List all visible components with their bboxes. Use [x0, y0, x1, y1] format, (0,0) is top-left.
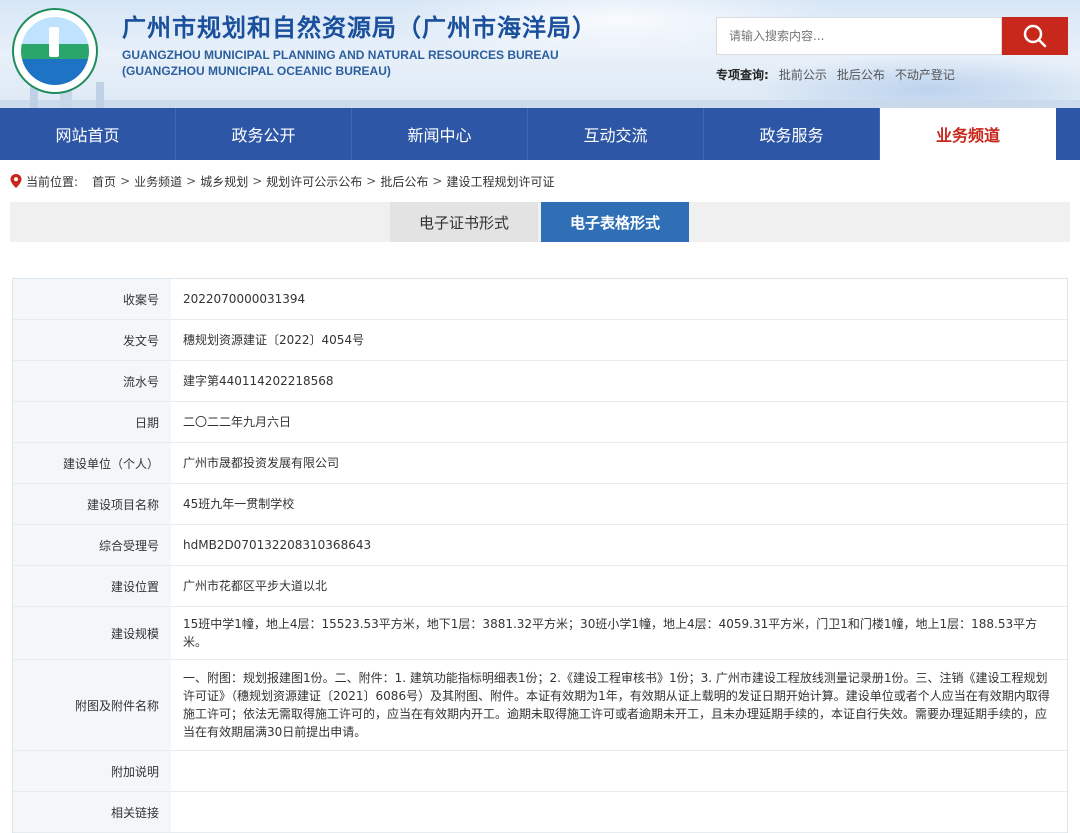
- quick-link-real-estate[interactable]: 不动产登记: [895, 66, 955, 83]
- site-title-en-line2: (GUANGZHOU MUNICIPAL OCEANIC BUREAU): [122, 64, 391, 78]
- location-pin-icon: [10, 174, 22, 188]
- field-value-attachments: 一、附图：规划报建图1份。二、附件：1. 建筑功能指标明细表1份；2.《建设工程…: [171, 660, 1067, 750]
- nav-item-interaction[interactable]: 互动交流: [528, 108, 704, 160]
- quick-link-post-approval[interactable]: 批后公布: [837, 66, 885, 83]
- table-row: 相关链接: [13, 792, 1067, 833]
- site-title-en-line1: GUANGZHOU MUNICIPAL PLANNING AND NATURAL…: [122, 48, 559, 62]
- field-value-case-number: 2022070000031394: [171, 279, 1067, 319]
- header-skyline-decoration: [0, 82, 1080, 108]
- field-label-related-links: 相关链接: [110, 805, 159, 820]
- field-label-case-number: 收案号: [122, 292, 159, 307]
- table-row: 流水号 建字第440114202218568: [13, 361, 1067, 402]
- field-label-document-number: 发文号: [122, 333, 159, 348]
- breadcrumb-post-approval[interactable]: 批后公布: [380, 173, 428, 190]
- field-label-scale: 建设规模: [110, 626, 159, 641]
- field-value-project-name: 45班九年一贯制学校: [171, 484, 1067, 524]
- field-label-serial-number: 流水号: [122, 374, 159, 389]
- site-header: 广州市规划和自然资源局（广州市海洋局） GUANGZHOU MUNICIPAL …: [0, 0, 1080, 108]
- table-row: 收案号 2022070000031394: [13, 279, 1067, 320]
- breadcrumb-business[interactable]: 业务频道: [134, 173, 182, 190]
- logo-emblem-icon: [21, 17, 89, 85]
- field-label-project-name: 建设项目名称: [86, 497, 159, 512]
- breadcrumb-separator-icon: >: [120, 174, 131, 188]
- breadcrumb-separator-icon: >: [252, 174, 263, 188]
- table-row: 附图及附件名称 一、附图：规划报建图1份。二、附件：1. 建筑功能指标明细表1份…: [13, 660, 1067, 751]
- breadcrumb-permit-publicity[interactable]: 规划许可公示公布: [266, 173, 362, 190]
- table-row: 附加说明: [13, 751, 1067, 792]
- field-value-construction-unit: 广州市晟都投资发展有限公司: [171, 443, 1067, 483]
- field-label-construction-unit: 建设单位（个人）: [62, 456, 159, 471]
- search-icon: [1023, 24, 1047, 48]
- nav-item-business[interactable]: 业务频道: [880, 108, 1056, 160]
- field-value-related-links: [171, 792, 1067, 832]
- field-value-additional-notes: [171, 751, 1067, 791]
- table-row: 建设单位（个人） 广州市晟都投资发展有限公司: [13, 443, 1067, 484]
- field-value-location: 广州市花都区平步大道以北: [171, 566, 1067, 606]
- field-label-additional-notes: 附加说明: [110, 764, 159, 779]
- field-value-document-number: 穗规划资源建证〔2022〕4054号: [171, 320, 1067, 360]
- format-tabs: 电子证书形式 电子表格形式: [10, 202, 1070, 242]
- field-value-acceptance-number: hdMB2D070132208310368643: [171, 525, 1067, 565]
- nav-item-home[interactable]: 网站首页: [0, 108, 176, 160]
- field-label-location: 建设位置: [110, 579, 159, 594]
- breadcrumb-home[interactable]: 首页: [92, 173, 116, 190]
- breadcrumb-separator-icon: >: [432, 174, 443, 188]
- bureau-logo[interactable]: [12, 8, 98, 94]
- field-label-date: 日期: [134, 415, 159, 430]
- quick-query-label: 专项查询:: [716, 68, 769, 82]
- field-label-attachments: 附图及附件名称: [74, 698, 159, 713]
- quick-query-links: 专项查询: 批前公示 批后公布 不动产登记: [716, 66, 955, 83]
- nav-item-government-affairs[interactable]: 政务公开: [176, 108, 352, 160]
- breadcrumb-separator-icon: >: [366, 174, 377, 188]
- tab-table-format[interactable]: 电子表格形式: [541, 202, 689, 242]
- table-row: 建设位置 广州市花都区平步大道以北: [13, 566, 1067, 607]
- quick-link-pre-approval[interactable]: 批前公示: [779, 66, 827, 83]
- nav-item-news[interactable]: 新闻中心: [352, 108, 528, 160]
- tab-certificate-format[interactable]: 电子证书形式: [390, 202, 538, 242]
- search-button[interactable]: [1002, 17, 1068, 55]
- breadcrumb: 当前位置: 首页 > 业务频道 > 城乡规划 > 规划许可公示公布 > 批后公布…: [0, 160, 1080, 202]
- search-input[interactable]: [716, 17, 1002, 55]
- breadcrumb-urban-planning[interactable]: 城乡规划: [200, 173, 248, 190]
- table-row: 建设规模 15班中学1幢，地上4层：15523.53平方米，地下1层：3881.…: [13, 607, 1067, 660]
- breadcrumb-separator-icon: >: [186, 174, 197, 188]
- nav-item-services[interactable]: 政务服务: [704, 108, 880, 160]
- table-row: 发文号 穗规划资源建证〔2022〕4054号: [13, 320, 1067, 361]
- site-title-cn: 广州市规划和自然资源局（广州市海洋局）: [122, 14, 597, 42]
- table-row: 综合受理号 hdMB2D070132208310368643: [13, 525, 1067, 566]
- field-value-date: 二〇二二年九月六日: [171, 402, 1067, 442]
- field-value-scale: 15班中学1幢，地上4层：15523.53平方米，地下1层：3881.32平方米…: [171, 607, 1067, 659]
- field-value-serial-number: 建字第440114202218568: [171, 361, 1067, 401]
- field-label-acceptance-number: 综合受理号: [98, 538, 159, 553]
- table-row: 建设项目名称 45班九年一贯制学校: [13, 484, 1067, 525]
- main-nav: 网站首页 政务公开 新闻中心 互动交流 政务服务 业务频道: [0, 108, 1080, 160]
- permit-info-table: 收案号 2022070000031394 发文号 穗规划资源建证〔2022〕40…: [12, 278, 1068, 833]
- breadcrumb-current-page[interactable]: 建设工程规划许可证: [446, 173, 554, 190]
- table-row: 日期 二〇二二年九月六日: [13, 402, 1067, 443]
- breadcrumb-label: 当前位置:: [26, 174, 79, 189]
